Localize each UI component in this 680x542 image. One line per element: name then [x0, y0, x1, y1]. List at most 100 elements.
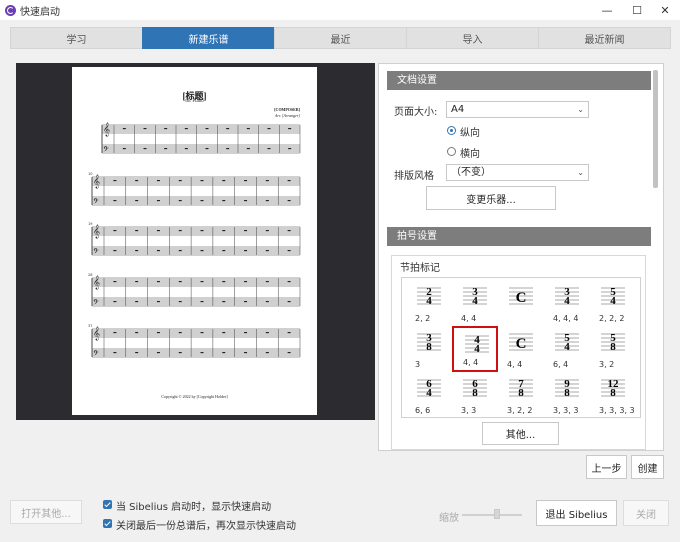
zoom-label: 缩放	[439, 513, 459, 524]
time-signature-beam-label: 3, 3	[461, 406, 477, 415]
time-signature-option[interactable]: 3 4 4, 4	[452, 280, 498, 326]
portrait-label: 纵向	[460, 128, 480, 139]
time-sig-denominator: 4	[564, 341, 570, 353]
whole-rest	[287, 180, 291, 182]
bass-clef-icon: 𝄢	[93, 197, 99, 208]
whole-rest	[244, 200, 248, 202]
common-time-symbol: C	[516, 290, 527, 306]
tab-latest-news[interactable]: 最近新闻	[538, 27, 671, 49]
time-signature-glyph: 34	[555, 286, 579, 307]
time-signature-glyph: 24	[417, 286, 441, 307]
time-signature-option[interactable]: C	[498, 280, 544, 326]
time-signature-option[interactable]: 38 3	[406, 326, 452, 372]
time-signature-option[interactable]: 6 8 3, 3	[452, 372, 498, 418]
whole-rest	[178, 301, 182, 303]
time-sig-denominator: 4	[472, 295, 478, 307]
whole-rest	[135, 301, 139, 303]
time-signature-beam-label: 4, 4	[507, 360, 523, 369]
score-copyright: Copyright © 2022 by [Copyright Holder]	[161, 394, 228, 399]
tab-recent[interactable]: 最近	[274, 27, 407, 49]
time-signature-beam-label: 3, 2, 2	[507, 406, 533, 415]
landscape-label: 横向	[460, 149, 480, 160]
previous-button[interactable]: 上一步	[586, 455, 627, 479]
show-on-start-label: 当 Sibelius 启动时，显示快速启动	[116, 502, 272, 513]
sibelius-app-icon	[5, 4, 16, 16]
whole-rest	[226, 128, 230, 130]
whole-rest	[200, 200, 204, 202]
whole-rest	[184, 148, 188, 150]
time-signature-option[interactable]: 5 4 6, 4	[544, 326, 590, 372]
quit-sibelius-button[interactable]: 退出 Sibelius	[536, 500, 617, 526]
whole-rest	[222, 250, 226, 252]
time-sig-denominator: 8	[426, 341, 432, 353]
time-signature-option[interactable]: 12 8 3, 3, 3, 3	[590, 372, 636, 418]
time-sig-denominator: 8	[472, 387, 478, 399]
whole-rest	[178, 332, 182, 334]
show-on-start-checkbox[interactable]	[103, 500, 112, 509]
time-signature-glyph: 98	[555, 378, 579, 399]
panel-scrollbar[interactable]	[653, 70, 658, 188]
whole-rest	[135, 200, 139, 202]
time-signature-option[interactable]: 2 4 2, 2	[406, 280, 452, 326]
whole-rest	[113, 281, 117, 283]
time-signature-beam-label: 3, 3, 3, 3	[599, 406, 635, 415]
tab-new-score[interactable]: 新建乐谱	[142, 27, 275, 49]
treble-clef-icon: 𝄞	[93, 326, 100, 340]
whole-rest	[222, 301, 226, 303]
time-signature-option[interactable]: 5 4 2, 2, 2	[590, 280, 636, 326]
whole-rest	[265, 281, 269, 283]
time-signature-option[interactable]: 4 4 4, 4	[452, 326, 498, 372]
create-button[interactable]: 创建	[631, 455, 664, 479]
whole-rest	[200, 332, 204, 334]
whole-rest	[156, 332, 160, 334]
measure-number: 10	[88, 172, 92, 176]
whole-rest	[200, 301, 204, 303]
tab-import[interactable]: 导入	[406, 27, 539, 49]
whole-rest	[226, 148, 230, 150]
time-signature-option[interactable]: 9 8 3, 3, 3	[544, 372, 590, 418]
time-signature-option[interactable]: 7 8 3, 2, 2	[498, 372, 544, 418]
minimize-button[interactable]: —	[592, 0, 622, 20]
chevron-down-icon: ⌄	[577, 168, 584, 177]
page-size-select[interactable]: A4 ⌄	[446, 101, 589, 118]
measure-number: 19	[88, 222, 92, 226]
score-page: [标题] for Piano [COMPOSER] Arr. [Arranger…	[72, 67, 317, 415]
whole-rest	[287, 332, 291, 334]
chevron-down-icon: ⌄	[577, 105, 584, 114]
close-button[interactable]: 关闭	[623, 500, 669, 526]
house-style-select[interactable]: （不变） ⌄	[446, 164, 589, 181]
more-time-signatures-button[interactable]: 其他...	[482, 422, 559, 445]
whole-rest	[184, 128, 188, 130]
time-signature-option[interactable]: 6 4 6, 6	[406, 372, 452, 418]
open-other-button[interactable]: 打开其他...	[10, 500, 82, 524]
bass-clef-icon: 𝄢	[93, 349, 99, 360]
whole-rest	[113, 200, 117, 202]
whole-rest	[222, 281, 226, 283]
time-signature-option[interactable]: C 4, 4	[498, 326, 544, 372]
whole-rest	[178, 352, 182, 354]
whole-rest	[287, 230, 291, 232]
whole-rest	[135, 281, 139, 283]
whole-rest	[156, 281, 160, 283]
time-sig-denominator: 4	[610, 295, 616, 307]
change-instruments-button[interactable]: 变更乐器...	[426, 186, 556, 210]
whole-rest	[265, 200, 269, 202]
time-signature-option[interactable]: 5 8 3, 2	[590, 326, 636, 372]
whole-rest	[287, 200, 291, 202]
time-signature-beam-label: 3, 3, 3	[553, 406, 579, 415]
common-time-symbol: C	[516, 336, 527, 352]
close-window-button[interactable]: ✕	[650, 0, 680, 20]
show-after-close-checkbox[interactable]	[103, 519, 112, 528]
zoom-slider-thumb[interactable]	[494, 509, 500, 519]
landscape-radio[interactable]	[447, 147, 456, 156]
portrait-radio[interactable]	[447, 126, 456, 135]
maximize-button[interactable]: ☐	[622, 0, 652, 20]
whole-rest	[267, 148, 271, 150]
whole-rest	[164, 128, 168, 130]
whole-rest	[244, 250, 248, 252]
whole-rest	[222, 180, 226, 182]
tab-learn[interactable]: 学习	[10, 27, 143, 49]
time-sig-denominator: 8	[610, 341, 616, 353]
time-signature-option[interactable]: 3 4 4, 4, 4	[544, 280, 590, 326]
zoom-slider-track[interactable]	[462, 514, 522, 516]
